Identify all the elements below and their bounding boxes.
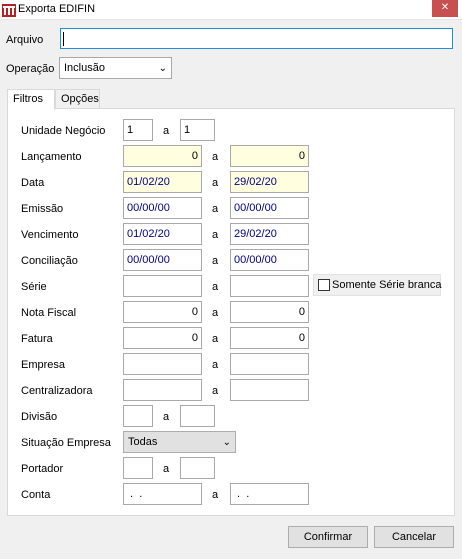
range-sep: a [163,463,170,475]
somente-serie-branca-checkbox[interactable] [318,279,330,291]
unidade-to-input[interactable]: 1 [180,119,215,141]
unidade-label: Unidade Negócio [21,125,106,137]
emissao-label: Emissão [21,203,64,215]
nota-fiscal-to-input[interactable]: 0 [230,301,309,323]
fatura-label: Fatura [21,333,53,345]
emissao-from-input[interactable]: 00/00/00 [123,197,202,219]
tab-filtros[interactable]: Filtros [7,89,55,110]
arquivo-input[interactable] [60,28,453,49]
unidade-from-input[interactable]: 1 [123,119,153,141]
range-sep: a [212,307,219,319]
range-sep: a [212,281,219,293]
app-logo-icon [2,4,16,17]
centralizadora-to-input[interactable] [230,379,309,401]
divisao-label: Divisão [21,411,58,423]
lancamento-from-input[interactable]: 0 [123,145,202,167]
situacao-empresa-label: Situação Empresa [21,437,111,449]
lancamento-label: Lançamento [21,151,82,163]
chevron-down-icon: ⌄ [222,437,231,448]
serie-from-input[interactable] [123,275,202,297]
fatura-to-input[interactable]: 0 [230,327,309,349]
tab-opcoes[interactable]: Opções [55,89,100,109]
range-sep: a [212,151,219,163]
empresa-label: Empresa [21,359,66,371]
empresa-to-input[interactable] [230,353,309,375]
text-caret [63,32,64,46]
conciliacao-to-input[interactable]: 00/00/00 [230,249,309,271]
vencimento-from-input[interactable]: 01/02/20 [123,223,202,245]
window-title: Exporta EDIFIN [18,3,96,15]
range-sep: a [212,385,219,397]
divisao-from-input[interactable] [123,405,153,427]
arquivo-label: Arquivo [6,34,44,46]
conta-to-input[interactable]: . . [230,483,309,505]
lancamento-to-input[interactable]: 0 [230,145,309,167]
emissao-to-input[interactable]: 00/00/00 [230,197,309,219]
somente-serie-branca-option[interactable]: Somente Série branca [313,274,441,296]
fatura-from-input[interactable]: 0 [123,327,202,349]
chevron-down-icon: ⌄ [158,63,167,74]
data-label: Data [21,177,45,189]
range-sep: a [212,255,219,267]
serie-to-input[interactable] [230,275,309,297]
range-sep: a [212,489,219,501]
range-sep: a [212,203,219,215]
range-sep: a [212,333,219,345]
range-sep: a [163,411,170,423]
operacao-label: Operação [6,63,55,75]
conta-label: Conta [21,489,51,501]
somente-serie-branca-label: Somente Série branca [332,279,442,291]
title-bar: Exporta EDIFIN ✕ [0,0,462,20]
centralizadora-from-input[interactable] [123,379,202,401]
serie-label: Série [21,281,47,293]
vencimento-to-input[interactable]: 29/02/20 [230,223,309,245]
range-sep: a [163,125,170,137]
range-sep: a [212,177,219,189]
portador-label: Portador [21,463,64,475]
situacao-empresa-value: Todas [128,436,158,448]
centralizadora-label: Centralizadora [21,385,93,397]
portador-to-input[interactable] [180,457,215,479]
data-to-input[interactable]: 29/02/20 [230,171,309,193]
close-button[interactable]: ✕ [432,0,458,17]
conta-from-input[interactable]: . . [123,483,202,505]
close-icon: ✕ [440,2,450,13]
cancelar-button[interactable]: Cancelar [374,526,454,548]
range-sep: a [212,229,219,241]
tab-opcoes-label: Opções [61,93,99,105]
situacao-empresa-select[interactable]: Todas ⌄ [123,431,236,453]
divisao-to-input[interactable] [180,405,215,427]
portador-from-input[interactable] [123,457,153,479]
vencimento-label: Vencimento [21,229,79,241]
nota-fiscal-from-input[interactable]: 0 [123,301,202,323]
operacao-value: Inclusão [64,62,105,74]
confirmar-button[interactable]: Confirmar [288,526,368,548]
tab-filtros-label: Filtros [13,93,43,105]
data-from-input[interactable]: 01/02/20 [123,171,202,193]
conciliacao-from-input[interactable]: 00/00/00 [123,249,202,271]
range-sep: a [212,359,219,371]
operacao-select[interactable]: Inclusão ⌄ [59,57,172,79]
empresa-from-input[interactable] [123,353,202,375]
conciliacao-label: Conciliação [21,255,78,267]
nota-fiscal-label: Nota Fiscal [21,307,77,319]
